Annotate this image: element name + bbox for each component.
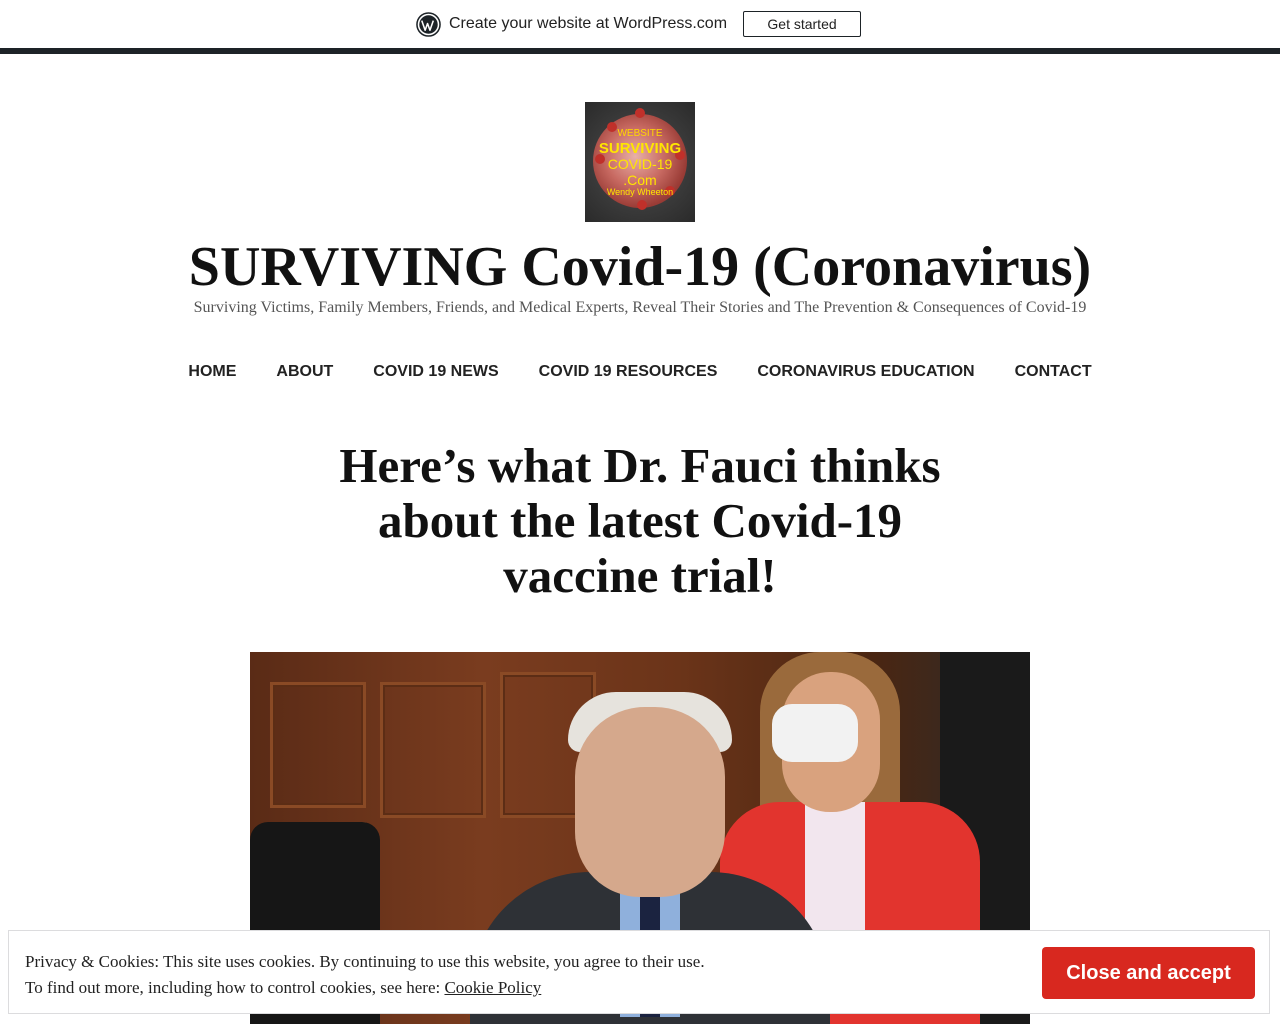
wordpress-promo-text[interactable]: Create your website at WordPress.com — [449, 15, 727, 33]
post-title: Here’s what Dr. Fauci thinks about the l… — [339, 438, 941, 603]
wood-panel — [270, 682, 366, 808]
nav-item-contact[interactable]: CONTACT — [995, 360, 1112, 384]
site-title[interactable]: SURVIVING Covid-19 (Coronavirus) — [0, 232, 1280, 302]
wordpress-logo-icon[interactable] — [416, 11, 441, 37]
nav-item-coronavirus-education[interactable]: CORONAVIRUS EDUCATION — [737, 360, 994, 384]
logo-text-line: Wendy Wheeton — [606, 187, 674, 197]
nav-item-covid-19-resources[interactable]: COVID 19 RESOURCES — [519, 360, 738, 384]
cookie-line-1: Privacy & Cookies: This site uses cookie… — [25, 952, 705, 971]
wordpress-promo-bar: Create your website at WordPress.com Get… — [0, 0, 1280, 54]
get-started-button[interactable]: Get started — [743, 11, 862, 37]
man-face — [575, 707, 725, 897]
cookie-banner: Privacy & Cookies: This site uses cookie… — [8, 930, 1270, 1014]
nav-item-covid-19-news[interactable]: COVID 19 NEWS — [353, 360, 518, 384]
virus-spike — [637, 200, 647, 210]
virus-spike — [635, 108, 645, 118]
logo-text-line: .Com — [623, 172, 657, 188]
cookie-line-2: To find out more, including how to contr… — [25, 975, 705, 1001]
wordpress-promo-content: Create your website at WordPress.com Get… — [416, 10, 862, 38]
site-description: Surviving Victims, Family Members, Frien… — [193, 299, 1087, 316]
site-logo[interactable]: WEBSITE SURVIVING COVID-19 .Com Wendy Wh… — [585, 102, 695, 222]
logo-text-line: SURVIVING — [598, 140, 682, 157]
close-and-accept-button[interactable]: Close and accept — [1042, 947, 1255, 999]
cookie-line-2-prefix: To find out more, including how to contr… — [25, 978, 445, 997]
wood-panel — [380, 682, 486, 818]
cookie-policy-link[interactable]: Cookie Policy — [444, 978, 541, 997]
nav-item-home[interactable]: HOME — [168, 360, 256, 384]
logo-text-line: WEBSITE — [617, 128, 663, 139]
logo-text-line: COVID-19 — [607, 156, 673, 172]
nav-item-about[interactable]: ABOUT — [256, 360, 353, 384]
main-navigation: HOME ABOUT COVID 19 NEWS COVID 19 RESOUR… — [0, 360, 1280, 384]
face-mask — [772, 704, 858, 762]
cookie-text: Privacy & Cookies: This site uses cookie… — [25, 949, 705, 1001]
